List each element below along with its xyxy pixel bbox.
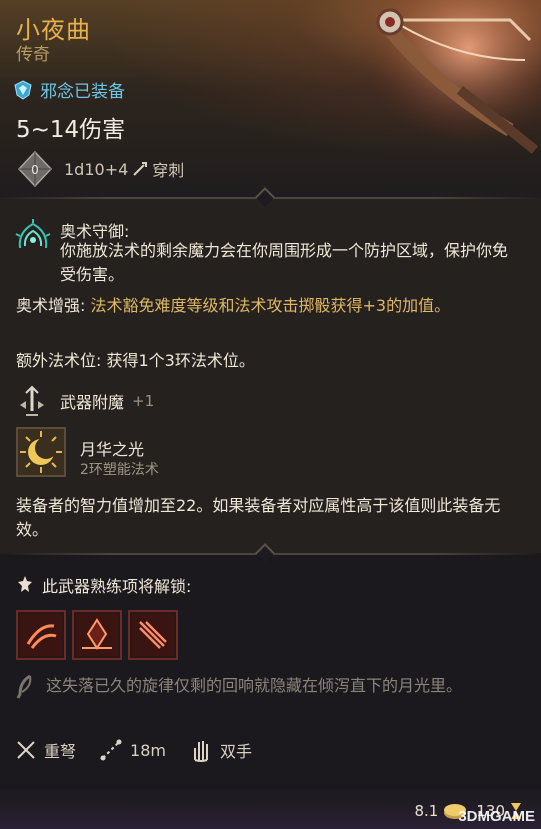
- damage-type: 穿刺: [152, 161, 185, 180]
- burst-icon: [76, 614, 118, 656]
- arcane-ward-icon: [15, 219, 51, 249]
- handedness-stat: 双手: [190, 738, 252, 762]
- moonbeam-icon: [18, 429, 64, 475]
- proficiency-icons: [16, 610, 178, 660]
- crossbow-art: [360, 0, 541, 160]
- extra-slot-label: 额外法术位:: [16, 351, 102, 370]
- weight-value: 8.1: [414, 802, 439, 820]
- spell-type: 2环塑能法术: [80, 462, 159, 478]
- hand-icon: [193, 741, 208, 762]
- moonbeam-spell-icon[interactable]: [16, 427, 66, 477]
- arcane-enhance-text: 法术豁免难度等级和法术攻击掷骰获得+3的加值。: [90, 296, 451, 315]
- item-rarity: 传奇: [16, 45, 50, 65]
- weapon-type-stat: 重弩: [16, 738, 76, 762]
- proficiency-action-2[interactable]: [72, 610, 122, 660]
- arcane-enhance-label: 奥术增强:: [16, 296, 86, 315]
- dice-row: 0 1d10+4 穿刺: [16, 150, 184, 188]
- range-value: 18m: [130, 740, 166, 760]
- shield-icon: [14, 79, 32, 100]
- arcane-enhance: 奥术增强: 法术豁免难度等级和法术攻击掷骰获得+3的加值。: [16, 294, 526, 318]
- item-tooltip: 小夜曲 传奇 邪念已装备 5~14伤害 0 1d10+4 穿刺 奥术守御: 你施…: [0, 0, 541, 829]
- proficiency-action-1[interactable]: [16, 610, 66, 660]
- proficiency-icon: [18, 576, 32, 592]
- int-requirement: 装备者的智力值增加至22。如果装备者对应属性高于该值则此装备无效。: [16, 496, 501, 539]
- stats-row: 重弩 18m 双手: [16, 738, 276, 762]
- watermark: 3DMGAME: [458, 808, 535, 825]
- ward-description: 你施放法术的剩余魔力会在你周围形成一个防护区域，保护你免受伤害。: [60, 241, 509, 284]
- equip-status-label: 邪念已装备: [40, 82, 125, 102]
- spell-name: 月华之光: [80, 440, 145, 459]
- range-icon: [100, 739, 122, 761]
- crossbow-icon: [17, 741, 35, 759]
- slash-icon: [20, 614, 62, 656]
- arrows-icon: [132, 614, 174, 656]
- damage-value: 5~14伤害: [16, 117, 126, 143]
- enchant-label: 武器附魔: [60, 393, 125, 412]
- pierce-icon: [133, 162, 148, 176]
- feather-icon: [16, 674, 32, 699]
- enchant-value: +1: [132, 392, 155, 410]
- weapon-type: 重弩: [44, 742, 77, 761]
- proficiency-label: 此武器熟练项将解锁:: [42, 577, 192, 596]
- range-stat: 18m: [100, 739, 166, 761]
- proficiency-row: 此武器熟练项将解锁:: [16, 573, 191, 597]
- enchant-icon: [20, 385, 44, 416]
- equip-status-row: 邪念已装备: [14, 77, 125, 102]
- lore-row: 这失落已久的旋律仅剩的回响就隐藏在倾泻直下的月光里。: [16, 674, 521, 700]
- extra-slot: 额外法术位: 获得1个3环法术位。: [16, 349, 526, 373]
- svg-text:0: 0: [31, 163, 39, 177]
- handedness: 双手: [219, 742, 252, 761]
- dice-formula: 1d10+4: [64, 159, 129, 179]
- extra-slot-text: 获得1个3环法术位。: [106, 351, 255, 370]
- proficiency-action-3[interactable]: [128, 610, 178, 660]
- lore-text: 这失落已久的旋律仅剩的回响就隐藏在倾泻直下的月光里。: [46, 676, 463, 695]
- enchant-row: 武器附魔 +1: [16, 385, 154, 417]
- dice-icon: 0: [17, 150, 53, 188]
